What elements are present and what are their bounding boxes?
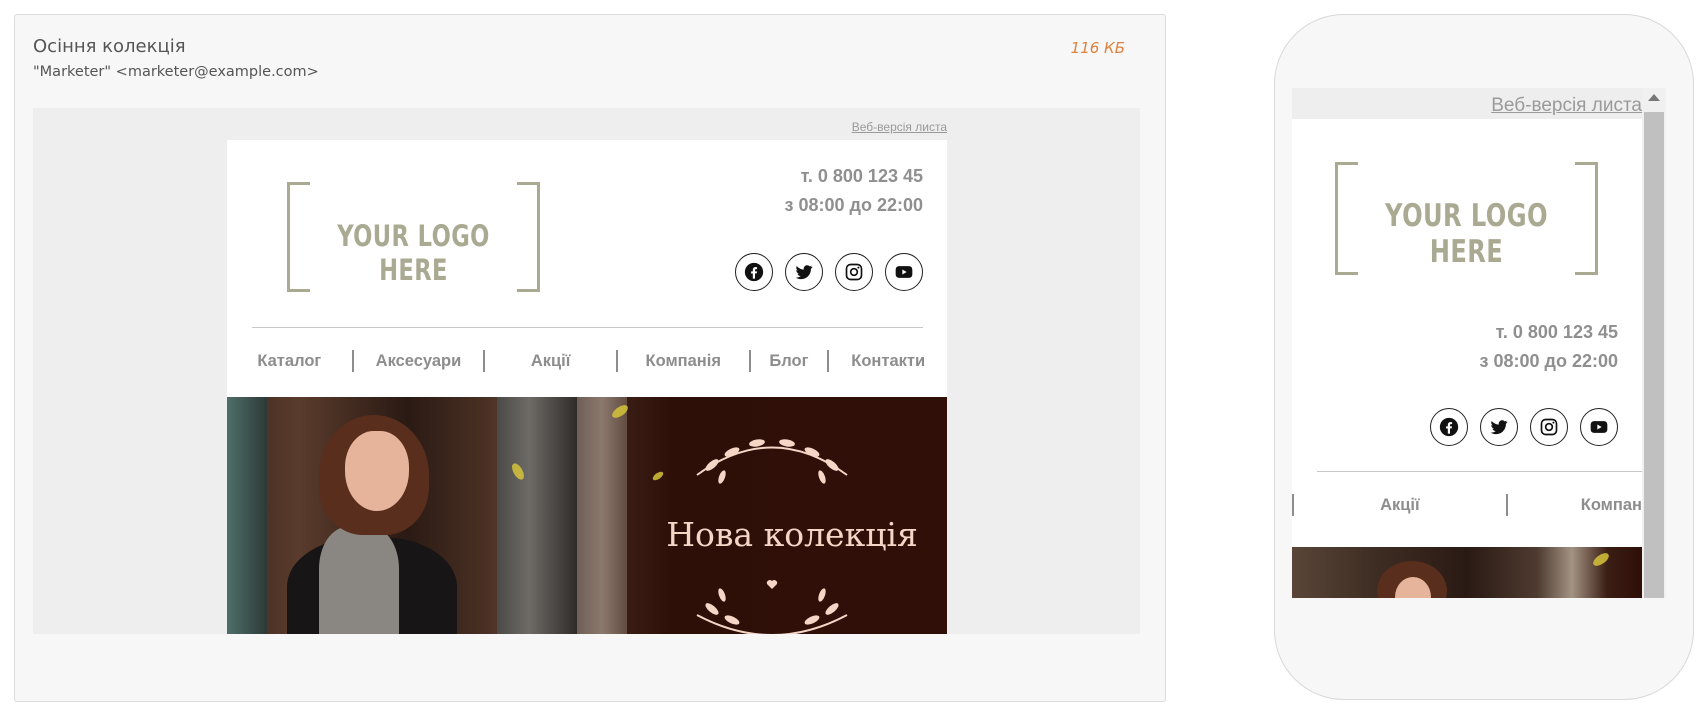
mobile-phone-number[interactable]: т. 0 800 123 45	[1496, 322, 1618, 343]
mobile-screen[interactable]: Веб-версія листа YOUR LOGO HERE т. 0 800…	[1292, 88, 1666, 598]
phone-number[interactable]: т. 0 800 123 45	[801, 166, 923, 187]
mobile-header-divider	[1317, 471, 1642, 472]
mobile-email-nav: Акції Компан	[1292, 492, 1642, 518]
instagram-icon[interactable]	[835, 253, 873, 291]
wreath-decoration	[696, 580, 848, 634]
scroll-up-icon[interactable]	[1648, 94, 1660, 101]
youtube-icon[interactable]	[1580, 408, 1618, 446]
mobile-nav-item-company[interactable]: Компан	[1508, 496, 1642, 515]
twitter-icon[interactable]	[785, 253, 823, 291]
web-version-link[interactable]: Веб-версія листа	[852, 120, 947, 134]
nav-item-catalog[interactable]: Каталог	[227, 352, 352, 371]
social-links	[735, 253, 923, 291]
header-divider	[252, 327, 923, 328]
instagram-icon[interactable]	[1530, 408, 1568, 446]
scrollbar-thumb[interactable]	[1644, 112, 1664, 598]
nav-item-company[interactable]: Компанія	[618, 352, 749, 371]
leaf-decoration	[1591, 550, 1611, 569]
desktop-preview: Осіння колекція "Marketer" <marketer@exa…	[14, 14, 1166, 702]
mobile-nav-item-promotions[interactable]: Акції	[1294, 496, 1506, 515]
logo-text: YOUR LOGO HERE	[337, 219, 490, 287]
mobile-logo-text: YOUR LOGO HERE	[1385, 198, 1548, 270]
youtube-icon[interactable]	[885, 253, 923, 291]
mobile-web-version-link[interactable]: Веб-версія листа	[1491, 95, 1642, 117]
leaf-decoration	[651, 470, 665, 482]
facebook-icon[interactable]	[735, 253, 773, 291]
mobile-working-hours: з 08:00 до 22:00	[1479, 351, 1618, 371]
mobile-social-links	[1430, 408, 1618, 446]
mobile-logo-placeholder[interactable]: YOUR LOGO HERE	[1335, 162, 1598, 275]
email-size: 116 КБ	[1070, 39, 1125, 57]
email-canvas: Веб-версія листа YOUR LOGO HERE т. 0 800…	[33, 108, 1140, 634]
nav-item-blog[interactable]: Блог	[751, 352, 828, 371]
wreath-decoration	[696, 439, 848, 484]
nav-item-promotions[interactable]: Акції	[485, 352, 616, 371]
nav-item-contacts[interactable]: Контакти	[829, 352, 947, 371]
working-hours: з 08:00 до 22:00	[784, 195, 923, 215]
facebook-icon[interactable]	[1430, 408, 1468, 446]
hero-banner[interactable]: Нова колекція	[227, 397, 947, 634]
logo-placeholder[interactable]: YOUR LOGO HERE	[287, 182, 540, 292]
nav-item-accessories[interactable]: Аксесуари	[354, 352, 484, 371]
hero-title: Нова колекція	[666, 515, 918, 554]
email-body: YOUR LOGO HERE т. 0 800 123 45 з 08:00 д…	[227, 140, 947, 634]
email-subject: Осіння колекція	[33, 36, 186, 57]
mobile-hero-banner[interactable]	[1292, 547, 1642, 598]
email-nav: Каталог Аксесуари Акції Компанія Блог Ко…	[227, 348, 947, 374]
mobile-scrollbar[interactable]	[1642, 88, 1666, 598]
mobile-preview: Веб-версія листа YOUR LOGO HERE т. 0 800…	[1274, 14, 1694, 700]
twitter-icon[interactable]	[1480, 408, 1518, 446]
email-sender: "Marketer" <marketer@example.com>	[33, 64, 319, 80]
